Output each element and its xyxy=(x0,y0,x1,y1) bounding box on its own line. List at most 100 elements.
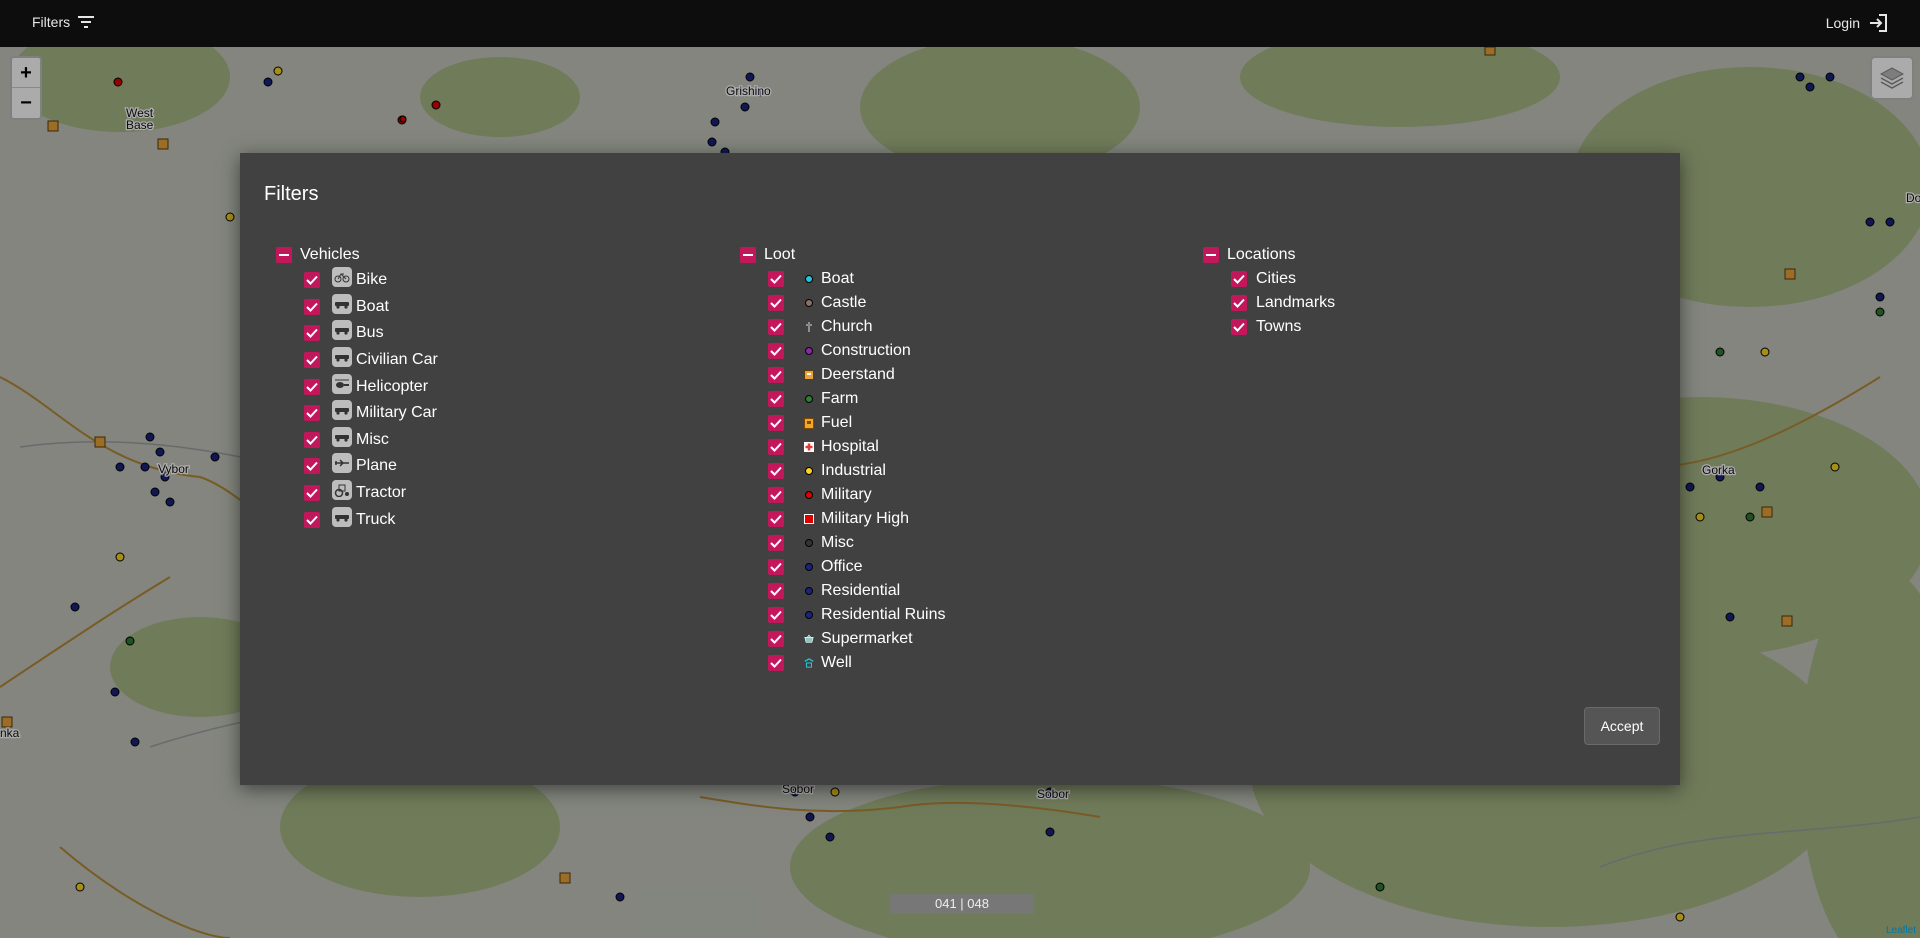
loot-item-military-high[interactable]: Military High xyxy=(768,507,946,531)
dot-icon xyxy=(804,274,814,284)
loot-item-residential[interactable]: Residential xyxy=(768,579,946,603)
vehicles-checkbox-bike[interactable] xyxy=(304,272,320,289)
vehicles-label-plane: Plane xyxy=(356,457,397,475)
vehicles-item-truck[interactable]: Truck xyxy=(304,506,438,533)
vehicles-item-boat[interactable]: Boat xyxy=(304,293,438,321)
vehicles-checkbox-civilian-car[interactable] xyxy=(304,352,320,369)
vehicles-checkbox-plane[interactable] xyxy=(304,458,320,475)
loot-group-toggle[interactable]: Loot xyxy=(740,243,946,267)
loot-checkbox-misc[interactable] xyxy=(768,535,784,551)
loot-checkbox-castle[interactable] xyxy=(768,295,784,311)
loot-label-construction: Construction xyxy=(821,342,911,359)
loot-checkbox-supermarket[interactable] xyxy=(768,631,784,647)
vehicles-label-military-car: Military Car xyxy=(356,404,437,422)
locations-item-landmarks[interactable]: Landmarks xyxy=(1231,291,1335,315)
loot-item-church[interactable]: Church xyxy=(768,315,946,339)
vehicles-checkbox-tractor[interactable] xyxy=(304,485,320,502)
vehicles-item-plane[interactable]: Plane xyxy=(304,453,438,480)
loot-checkbox-military-high[interactable] xyxy=(768,511,784,527)
loot-item-hospital[interactable]: Hospital xyxy=(768,435,946,459)
locations-checkbox-landmarks[interactable] xyxy=(1231,295,1247,311)
vehicles-checkbox-military-car[interactable] xyxy=(304,405,320,422)
dot-icon xyxy=(804,346,814,356)
loot-label-residential: Residential xyxy=(821,582,901,599)
filters-dialog: Filters Vehicles Bike Boat Bus Civilian Car… xyxy=(240,153,1680,785)
loot-item-supermarket[interactable]: Supermarket xyxy=(768,627,946,651)
loot-group-label: Loot xyxy=(764,246,796,263)
loot-checkbox-fuel[interactable] xyxy=(768,415,784,431)
accept-button[interactable]: Accept xyxy=(1584,707,1660,745)
locations-group: Locations Cities Landmarks Towns xyxy=(1203,243,1335,339)
loot-group-checkbox[interactable] xyxy=(740,247,756,263)
vehicles-item-misc[interactable]: Misc xyxy=(304,426,438,454)
loot-item-misc[interactable]: Misc xyxy=(768,531,946,555)
bus-icon xyxy=(332,320,352,341)
dot-icon xyxy=(804,586,814,596)
vehicles-item-helicopter[interactable]: Helicopter xyxy=(304,373,438,400)
vehicles-group: Vehicles Bike Boat Bus Civilian Car Helicopt… xyxy=(276,243,438,533)
locations-label-landmarks: Landmarks xyxy=(1256,294,1336,311)
loot-label-military: Military xyxy=(821,486,872,503)
loot-item-residential-ruins[interactable]: Residential Ruins xyxy=(768,603,946,627)
filter-icon xyxy=(78,16,95,28)
loot-checkbox-industrial[interactable] xyxy=(768,463,784,479)
loot-checkbox-farm[interactable] xyxy=(768,391,784,407)
truck-icon xyxy=(332,506,352,527)
filters-label: Filters xyxy=(32,14,71,30)
leaflet-attribution[interactable]: Leaflet xyxy=(1886,925,1916,936)
loot-checkbox-military[interactable] xyxy=(768,487,784,503)
vehicles-checkbox-helicopter[interactable] xyxy=(304,378,320,395)
vehicles-item-bike[interactable]: Bike xyxy=(304,267,438,294)
locations-group-toggle[interactable]: Locations xyxy=(1203,243,1335,267)
loot-item-industrial[interactable]: Industrial xyxy=(768,459,946,483)
locations-item-cities[interactable]: Cities xyxy=(1231,267,1335,291)
vehicles-item-bus[interactable]: Bus xyxy=(304,320,438,347)
loot-checkbox-residential[interactable] xyxy=(768,583,784,599)
locations-label-towns: Towns xyxy=(1256,318,1302,335)
loot-item-fuel[interactable]: Fuel xyxy=(768,411,946,435)
vehicles-item-military-car[interactable]: Military Car xyxy=(304,400,438,427)
locations-checkbox-towns[interactable] xyxy=(1231,319,1247,335)
login-button[interactable]: Login xyxy=(1826,13,1888,33)
vehicles-checkbox-truck[interactable] xyxy=(304,511,320,528)
car-icon xyxy=(332,347,352,368)
filters-button[interactable]: Filters xyxy=(32,14,95,30)
loot-item-office[interactable]: Office xyxy=(768,555,946,579)
vehicles-label-bike: Bike xyxy=(356,271,388,289)
dot-icon xyxy=(804,538,814,548)
loot-checkbox-deerstand[interactable] xyxy=(768,367,784,383)
loot-item-military[interactable]: Military xyxy=(768,483,946,507)
vehicles-item-civilian-car[interactable]: Civilian Car xyxy=(304,347,438,374)
vehicles-checkbox-bus[interactable] xyxy=(304,325,320,342)
bike-icon xyxy=(332,267,352,288)
loot-label-fuel: Fuel xyxy=(821,414,853,431)
loot-checkbox-hospital[interactable] xyxy=(768,439,784,455)
deerstand-icon xyxy=(804,370,814,380)
loot-item-boat[interactable]: Boat xyxy=(768,267,946,291)
cross-icon xyxy=(804,322,814,332)
locations-item-towns[interactable]: Towns xyxy=(1231,315,1335,339)
loot-item-well[interactable]: Well xyxy=(768,651,946,675)
loot-item-deerstand[interactable]: Deerstand xyxy=(768,363,946,387)
loot-checkbox-boat[interactable] xyxy=(768,271,784,287)
loot-item-castle[interactable]: Castle xyxy=(768,291,946,315)
vehicles-group-toggle[interactable]: Vehicles xyxy=(276,243,438,267)
loot-checkbox-church[interactable] xyxy=(768,319,784,335)
vehicles-checkbox-misc[interactable] xyxy=(304,431,320,448)
locations-checkbox-cities[interactable] xyxy=(1231,271,1247,287)
loot-checkbox-well[interactable] xyxy=(768,655,784,671)
vehicles-item-tractor[interactable]: Tractor xyxy=(304,480,438,507)
loot-label-office: Office xyxy=(821,558,863,575)
loot-checkbox-construction[interactable] xyxy=(768,343,784,359)
vehicles-group-checkbox[interactable] xyxy=(276,247,292,263)
loot-item-construction[interactable]: Construction xyxy=(768,339,946,363)
vehicles-checkbox-boat[interactable] xyxy=(304,298,320,315)
fuel-icon xyxy=(804,417,814,429)
loot-item-farm[interactable]: Farm xyxy=(768,387,946,411)
loot-label-well: Well xyxy=(821,654,852,671)
dot-icon xyxy=(804,298,814,308)
loot-checkbox-office[interactable] xyxy=(768,559,784,575)
locations-group-checkbox[interactable] xyxy=(1203,247,1219,263)
dot-icon xyxy=(804,562,814,572)
loot-checkbox-residential-ruins[interactable] xyxy=(768,607,784,623)
